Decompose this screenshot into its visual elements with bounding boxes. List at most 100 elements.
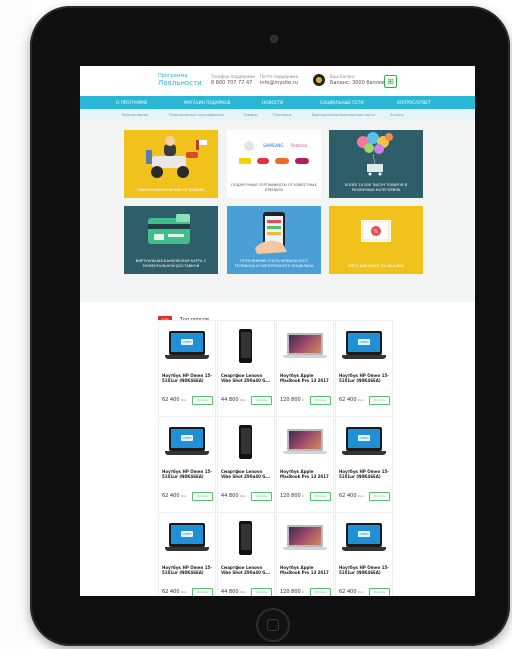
product-name[interactable]: Ноутбук Apple MacBook Pro 13 2017 xyxy=(280,565,332,575)
main-nav: О ПРОГРАММЕ МАГАЗИН ПОДАРКОВ НОВОСТИ СОЦ… xyxy=(80,96,475,109)
product-price: 62 400 бал xyxy=(162,589,187,595)
home-button[interactable] xyxy=(256,608,290,642)
buy-button[interactable]: Купить xyxy=(192,492,213,501)
tablet-screen: Программа Лояльности Телефон поддержки 8… xyxy=(80,66,475,596)
price-value: 62 400 xyxy=(339,397,357,403)
product-card[interactable]: OMEN Ноутбук HP Omen 15-5101ur (N0K46EA) 6… xyxy=(335,512,393,596)
nav-item-shop[interactable]: МАГАЗИН ПОДАРКОВ xyxy=(184,96,230,109)
balance-label: Ваш баланс xyxy=(330,74,355,79)
support-phone-value[interactable]: 8 800 707 77 47 xyxy=(211,80,255,87)
price-unit: бал xyxy=(181,494,187,498)
buy-button[interactable]: Купить xyxy=(369,588,390,596)
product-card[interactable]: OMEN Ноутбук HP Omen 15-5101ur (N0K46EA) 6… xyxy=(335,320,393,422)
product-price: 120 800 б xyxy=(280,589,304,595)
subnav-item-services[interactable]: Услуги xyxy=(390,109,404,120)
subnav-item-virtual-card[interactable]: Виртуальная банковская карта xyxy=(312,109,375,120)
promo-tile-certificates[interactable]: SAMSUNG Podarok ПОДАРОЧНЫЕ СЕРТИФИКАТЫ О… xyxy=(227,130,321,198)
nav-item-news[interactable]: НОВОСТИ xyxy=(262,96,283,109)
buy-button[interactable]: Купить xyxy=(251,396,272,405)
price-unit: бал xyxy=(240,398,246,402)
macbook-image xyxy=(281,423,329,461)
product-name[interactable]: Смартфон Lenovo Vibe Shot Z90a40 G... xyxy=(221,373,273,383)
promo-tile-discount[interactable]: % МЕГА ДИСКАУНТ ПО БАЛЛАМ xyxy=(329,206,423,274)
product-price: 62 400 бал xyxy=(162,493,187,499)
product-card[interactable]: OMEN Ноутбук HP Omen 15-5101ur (N0K46EA) 6… xyxy=(158,416,216,518)
product-price: 120 800 б xyxy=(280,397,304,403)
product-card[interactable]: Смартфон Lenovo Vibe Shot Z90a40 G... 44 … xyxy=(217,416,275,518)
sub-nav: Впечатления Электронные сертификаты Това… xyxy=(80,109,475,120)
nav-item-social[interactable]: СОЦИАЛЬНЫЕ СЕТИ xyxy=(320,96,364,109)
product-card[interactable]: Ноутбук Apple MacBook Pro 13 2017 120 800… xyxy=(276,416,334,518)
product-name[interactable]: Ноутбук HP Omen 15-5101ur (N0K46EA) xyxy=(162,565,214,575)
brand-logo[interactable]: Программа Лояльности xyxy=(158,73,202,87)
buy-button[interactable]: Купить xyxy=(310,492,331,501)
support-email-label: Почта поддержки xyxy=(260,74,299,79)
price-unit: б xyxy=(302,590,305,594)
laptop-image: OMEN xyxy=(163,519,211,557)
product-price: 120 800 б xyxy=(280,493,304,499)
subnav-item-goods[interactable]: Товары xyxy=(243,109,258,120)
product-card[interactable]: OMEN Ноутбук HP Omen 15-5101ur (N0K46EA) 6… xyxy=(158,320,216,422)
product-card[interactable]: Ноутбук Apple MacBook Pro 13 2017 120 800… xyxy=(276,512,334,596)
nav-item-about[interactable]: О ПРОГРАММЕ xyxy=(116,96,147,109)
user-avatar[interactable] xyxy=(313,74,325,86)
product-card[interactable]: OMEN Ноутбук HP Omen 15-5101ur (N0K46EA) 6… xyxy=(335,416,393,518)
promo-tile-goods[interactable]: БОЛЕЕ 10 000 ТЫСЯЧ ТОВАРОВ В РАЗЛИЧНЫХ К… xyxy=(329,130,423,198)
phone-image xyxy=(222,423,270,461)
product-card[interactable]: Смартфон Lenovo Vibe Shot Z90a40 G... 44 … xyxy=(217,320,275,422)
buy-button[interactable]: Купить xyxy=(310,588,331,596)
product-name[interactable]: Ноутбук Apple MacBook Pro 13 2017 xyxy=(280,373,332,383)
buy-button[interactable]: Купить xyxy=(369,492,390,501)
product-card[interactable]: Ноутбук Apple MacBook Pro 13 2017 120 800… xyxy=(276,320,334,422)
promo-caption: ПОПОЛНЕНИЕ СЧЕТА МОБИЛЬНОГО ТЕЛЕФОНА И Э… xyxy=(234,259,314,268)
product-name[interactable]: Ноутбук HP Omen 15-5101ur (N0K46EA) xyxy=(339,469,391,479)
support-phone: Телефон поддержки 8 800 707 77 47 xyxy=(211,73,255,87)
product-name[interactable]: Смартфон Lenovo Vibe Shot Z90a40 G... xyxy=(221,565,273,575)
price-value: 120 800 xyxy=(280,493,301,499)
price-value: 44 800 xyxy=(221,589,239,595)
balance-block: Ваш баланс Баланс: 3000 баллов xyxy=(330,73,385,87)
price-value: 44 800 xyxy=(221,493,239,499)
promo-tile-virtual-card[interactable]: ВИРТУАЛЬНАЯ БАНКОВСКАЯ КАРТА С МОМЕНТАЛЬ… xyxy=(124,206,218,274)
nav-item-faq[interactable]: ВОПРОС/ОТВЕТ xyxy=(397,96,430,109)
buy-button[interactable]: Купить xyxy=(369,396,390,405)
price-value: 62 400 xyxy=(162,397,180,403)
promo-caption: МЕГА ДИСКАУНТ ПО БАЛЛАМ xyxy=(348,264,404,268)
buy-button[interactable]: Купить xyxy=(251,588,272,596)
cart-icon[interactable]: ⊞ xyxy=(384,75,397,88)
promo-tile-impressions[interactable]: ТЫСЯЧИ ВПЕЧАТЛЕНИЙ ОТ ВЫБОРА xyxy=(124,130,218,198)
product-card[interactable]: OMEN Ноутбук HP Omen 15-5101ur (N0K46EA) 6… xyxy=(158,512,216,596)
product-card[interactable]: Смартфон Lenovo Vibe Shot Z90a40 G... 44 … xyxy=(217,512,275,596)
buy-button[interactable]: Купить xyxy=(192,396,213,405)
product-name[interactable]: Ноутбук HP Omen 15-5101ur (N0K46EA) xyxy=(162,373,214,383)
product-name[interactable]: Ноутбук HP Omen 15-5101ur (N0K46EA) xyxy=(339,373,391,383)
support-phone-label: Телефон поддержки xyxy=(211,74,255,79)
support-email: Почта поддержки info@mysite.ru xyxy=(260,73,298,87)
price-unit: б xyxy=(302,398,305,402)
promo-caption: ТЫСЯЧИ ВПЕЧАТЛЕНИЙ ОТ ВЫБОРА xyxy=(137,188,205,192)
phone-image xyxy=(222,327,270,365)
product-name[interactable]: Ноутбук HP Omen 15-5101ur (N0K46EA) xyxy=(162,469,214,479)
product-name[interactable]: Ноутбук HP Omen 15-5101ur (N0K46EA) xyxy=(339,565,391,575)
phone-image xyxy=(222,519,270,557)
product-name[interactable]: Ноутбук Apple MacBook Pro 13 2017 xyxy=(280,469,332,479)
subnav-item-impressions[interactable]: Впечатления xyxy=(122,109,148,120)
subnav-item-certificates[interactable]: Электронные сертификаты xyxy=(169,109,224,120)
price-value: 120 800 xyxy=(280,589,301,595)
laptop-image: OMEN xyxy=(340,423,388,461)
price-unit: б xyxy=(302,494,305,498)
brand-line-2: Лояльности xyxy=(158,79,202,87)
product-price: 62 400 бал xyxy=(339,397,364,403)
product-price: 44 800 бал xyxy=(221,397,246,403)
price-unit: бал xyxy=(358,398,364,402)
support-email-value[interactable]: info@mysite.ru xyxy=(260,80,298,87)
product-name[interactable]: Смартфон Lenovo Vibe Shot Z90a40 G... xyxy=(221,469,273,479)
buy-button[interactable]: Купить xyxy=(251,492,272,501)
balance-value: Баланс: 3000 баллов xyxy=(330,80,385,86)
promo-tile-mobile-topup[interactable]: ПОПОЛНЕНИЕ СЧЕТА МОБИЛЬНОГО ТЕЛЕФОНА И Э… xyxy=(227,206,321,274)
buy-button[interactable]: Купить xyxy=(310,396,331,405)
buy-button[interactable]: Купить xyxy=(192,588,213,596)
subnav-item-payments[interactable]: Платежи xyxy=(273,109,291,120)
laptop-image: OMEN xyxy=(163,327,211,365)
price-unit: бал xyxy=(240,590,246,594)
